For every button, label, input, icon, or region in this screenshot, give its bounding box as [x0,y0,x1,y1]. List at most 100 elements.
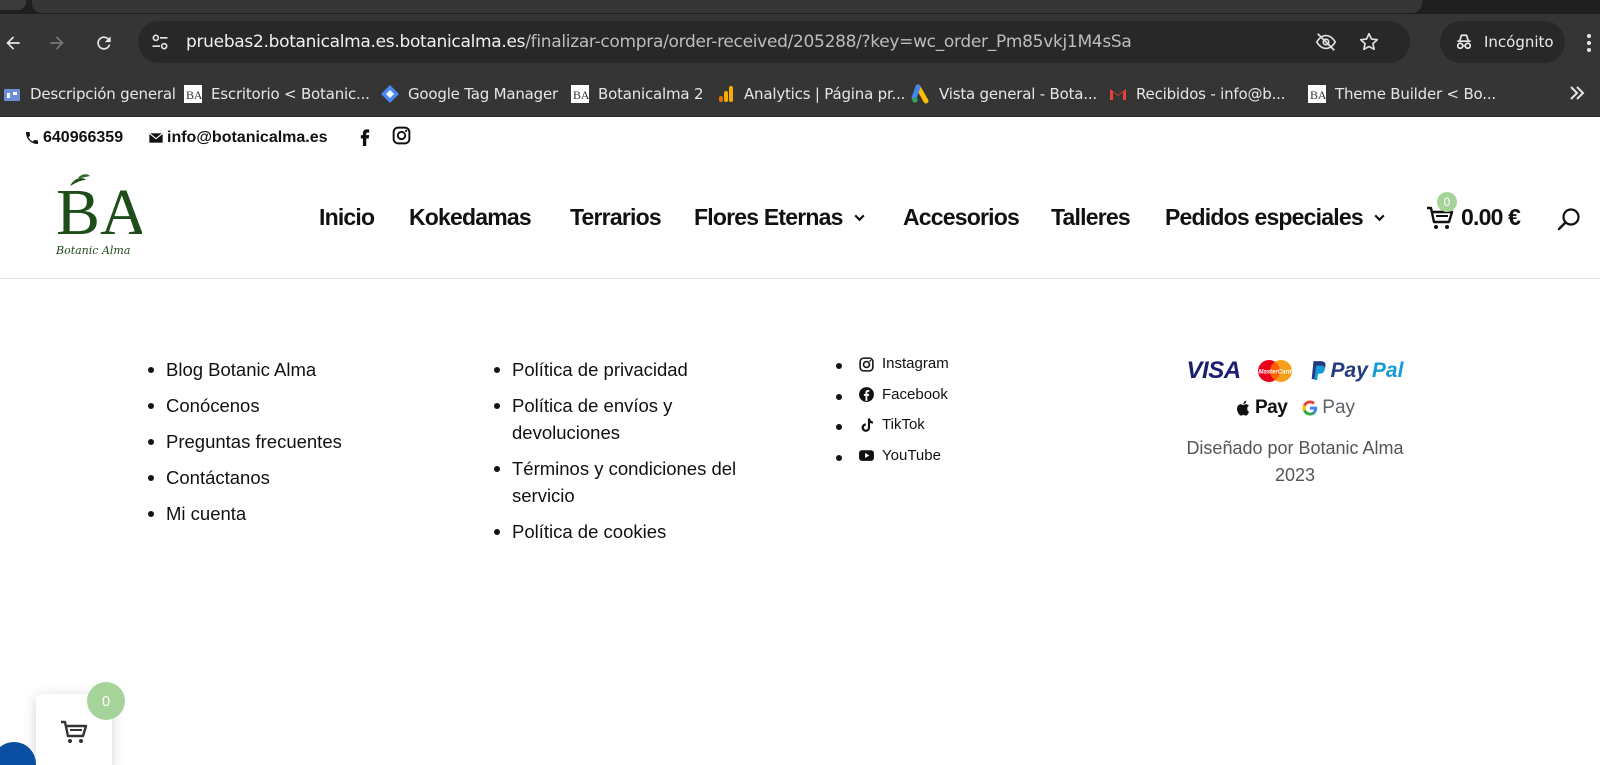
facebook-link[interactable] [355,126,375,146]
footer-social-links: Instagram Facebook TikTok YouTube [836,354,949,476]
social-label: YouTube [882,446,941,464]
footer-link-envios[interactable]: Política de envíos y devoluciones [494,392,784,446]
youtube-icon [859,450,874,461]
footer-link-conocenos[interactable]: Conócenos [148,392,342,419]
bookmarks-bar: Descripción general BA Escritorio < Bota… [0,71,1600,117]
footer-link-terminos[interactable]: Términos y condiciones del servicio [494,455,784,509]
url-text[interactable]: pruebas2.botanicalma.es.botanicalma.es/f… [186,32,1132,52]
bookmark-gtm[interactable]: Google Tag Manager [380,82,558,106]
bookmark-descripcion-general[interactable]: Descripción general [2,82,176,106]
nav-inicio[interactable]: Inicio [319,204,375,231]
nav-label: Accesorios [903,204,1020,230]
phone-link[interactable]: 640966359 [24,129,123,147]
url-path: /finalizar-compra/order-received/205288/… [525,32,1132,52]
mail-icon [148,132,164,143]
footer-link-mi-cuenta[interactable]: Mi cuenta [148,500,342,527]
nav-label: Inicio [319,204,375,230]
address-bar[interactable]: pruebas2.botanicalma.es.botanicalma.es/f… [138,21,1410,63]
nav-terrarios[interactable]: Terrarios [570,204,662,231]
footer-links-legal: Política de privacidad Política de envío… [494,356,784,554]
mastercard-icon: MasterCard [1257,360,1292,382]
forward-icon[interactable] [42,28,72,58]
instagram-link[interactable] [391,125,412,146]
analytics-icon [716,84,736,104]
nav-label: Kokedamas [409,204,532,230]
footer-social-facebook[interactable]: Facebook [836,385,949,405]
logo-script: Botanic Alma [55,244,130,257]
incognito-icon [1456,34,1472,50]
facebook-icon [859,387,874,402]
nav-label: Flores Eternas [694,204,843,230]
bookmark-botanicalma2[interactable]: BA Botanicalma 2 [570,82,704,106]
visa-logo: VISA [1186,357,1242,384]
footer-link-faq[interactable]: Preguntas frecuentes [148,428,342,455]
bookmark-google-ads[interactable]: Vista general - Bota... [911,82,1097,106]
bookmark-escritorio[interactable]: BA Escritorio < Botanic... [183,82,370,106]
paypal-icon [1311,361,1326,380]
cart-count-badge: 0 [1437,192,1457,212]
botanic-alma-logo[interactable]: BA Botanic Alma [54,172,142,260]
nav-kokedamas[interactable]: Kokedamas [409,204,532,231]
bookmark-analytics[interactable]: Analytics | Página pr... [716,82,905,106]
apple-pay-text: Pay [1254,397,1288,418]
google-pay-logo: Pay [1301,397,1355,419]
cart-icon [61,720,88,743]
paypal-text-pal: Pal [1371,359,1404,382]
active-tab[interactable] [32,0,1422,13]
browser-menu-icon[interactable] [1582,31,1596,55]
svg-text:BA: BA [573,88,590,102]
browser-toolbar: pruebas2.botanicalma.es.botanicalma.es/f… [0,14,1600,71]
footer-link-cookies[interactable]: Política de cookies [494,518,784,545]
bookmark-theme-builder[interactable]: BA Theme Builder < Bo... [1307,82,1496,106]
floating-cart-count: 0 [87,682,125,720]
bookmarks-overflow-icon[interactable] [1566,81,1588,105]
logo-monogram: BA [56,176,142,249]
footer-links-info: Blog Botanic Alma Conócenos Preguntas fr… [148,356,342,536]
phone-number: 640966359 [43,129,124,146]
footer-social-tiktok[interactable]: TikTok [836,415,949,435]
instagram-icon [392,126,411,145]
footer-credits: Diseñado por Botanic Alma 2023 [1186,438,1404,485]
nav-accesorios[interactable]: Accesorios [903,204,1020,231]
nav-talleres[interactable]: Talleres [1051,204,1131,231]
ba-favicon: BA [183,84,203,104]
nav-flores-eternas[interactable]: Flores Eternas [694,204,866,231]
incognito-label: Incógnito [1484,33,1554,51]
back-icon[interactable] [0,28,28,58]
bookmark-gmail[interactable]: Recibidos - info@b... [1108,82,1286,106]
ba-favicon: BA [1307,84,1327,104]
footer-social-instagram[interactable]: Instagram [836,354,949,374]
tiktok-icon [861,417,873,432]
incognito-indicator[interactable]: Incógnito [1440,21,1565,63]
footer-link-blog[interactable]: Blog Botanic Alma [148,356,342,383]
payment-row-wallets: Pay Pay [1180,393,1410,423]
svg-text:BA: BA [186,88,203,102]
reload-icon[interactable] [89,28,119,58]
accessibility-widget-icon[interactable] [0,742,36,765]
url-host: pruebas2.botanicalma.es.botanicalma.es [186,32,526,52]
chevron-down-icon [853,214,865,222]
social-label: Facebook [882,385,948,403]
cart-total[interactable]: 0.00 € [1461,204,1521,231]
site-settings-icon[interactable] [150,32,170,52]
mastercard-text: MasterCard [1258,370,1291,376]
search-icon[interactable] [1556,206,1582,232]
social-label: Instagram [882,355,949,372]
tab-edge[interactable] [0,0,26,10]
nav-label: Terrarios [570,204,662,230]
bookmark-star-icon[interactable] [1358,31,1380,53]
email-link[interactable]: info@botanicalma.es [148,129,328,147]
google-g-icon [1302,400,1318,416]
footer-link-privacidad[interactable]: Política de privacidad [494,356,784,383]
paypal-text-pay: Pay [1330,359,1368,382]
footer-social-youtube[interactable]: YouTube [836,446,949,466]
phone-icon [26,132,38,144]
bookmark-label: Analytics | Página pr... [744,85,906,103]
tab-strip [0,0,1600,14]
gtm-icon [380,84,400,104]
gmail-icon [1108,84,1128,104]
bookmark-label: Descripción general [30,85,176,103]
nav-pedidos-especiales[interactable]: Pedidos especiales [1165,204,1386,231]
eye-off-icon[interactable] [1314,31,1338,53]
footer-link-contactanos[interactable]: Contáctanos [148,464,342,491]
